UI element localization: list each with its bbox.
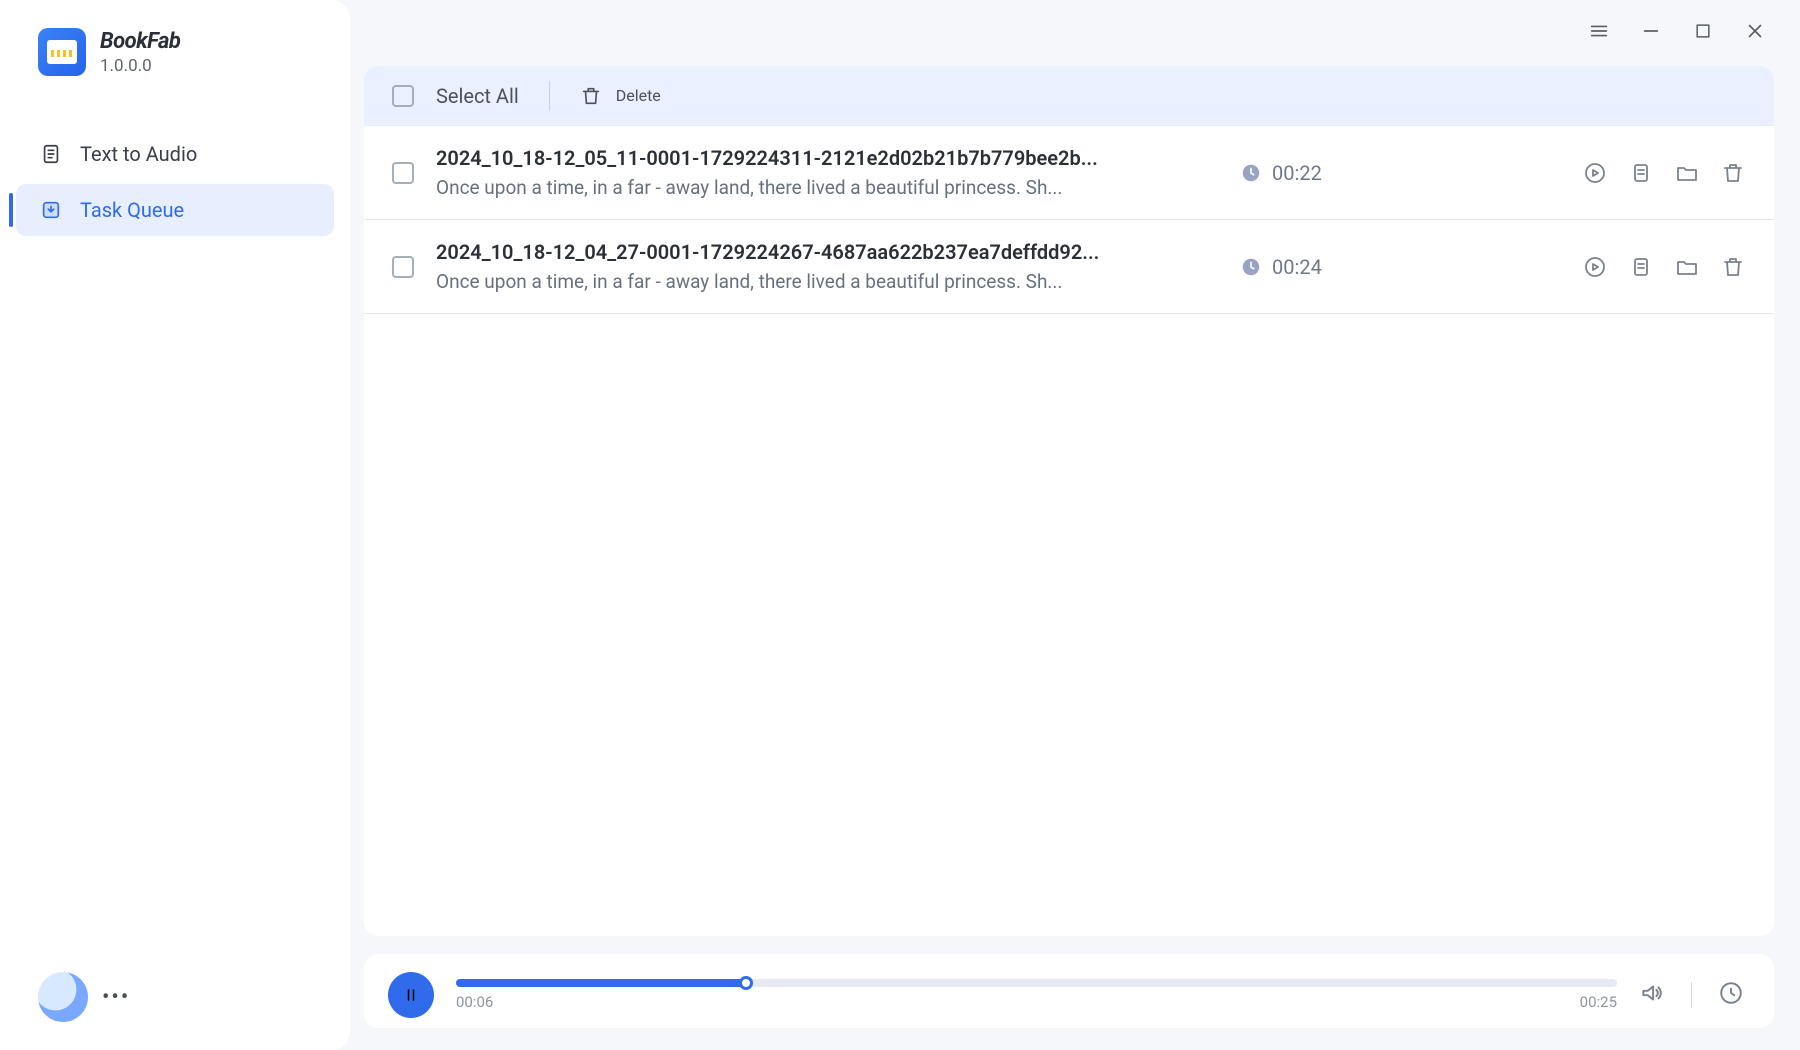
task-title: 2024_10_18-12_04_27-0001-1729224267-4687… — [436, 240, 1156, 264]
play-icon[interactable] — [1582, 160, 1608, 186]
task-title: 2024_10_18-12_05_11-0001-1729224311-2121… — [436, 146, 1156, 170]
document-icon — [40, 143, 62, 165]
user-menu-icon[interactable]: ••• — [102, 985, 130, 1010]
delete-icon[interactable] — [1720, 254, 1746, 280]
main: Select All Delete 2024_10_18-12_05_11-00… — [350, 0, 1800, 1050]
sidebar-item-label: Text to Audio — [80, 142, 197, 166]
sidebar-item-label: Task Queue — [80, 198, 184, 222]
pause-icon — [401, 985, 421, 1005]
current-time: 00:06 — [456, 993, 493, 1011]
trash-icon — [580, 85, 602, 107]
task-row: 2024_10_18-12_05_11-0001-1729224311-2121… — [364, 126, 1774, 220]
task-actions — [1582, 160, 1746, 186]
clock-icon — [1240, 162, 1262, 184]
clock-icon — [1240, 256, 1262, 278]
maximize-icon[interactable] — [1692, 20, 1714, 42]
select-all-checkbox[interactable] — [392, 85, 414, 107]
duration-text: 00:24 — [1272, 255, 1322, 279]
user-row: ••• — [38, 972, 130, 1022]
volume-icon[interactable] — [1639, 980, 1665, 1010]
task-actions — [1582, 254, 1746, 280]
brand: BookFab 1.0.0.0 — [10, 28, 340, 76]
delete-icon[interactable] — [1720, 160, 1746, 186]
sidebar: BookFab 1.0.0.0 Text to Audio Task Queue… — [0, 0, 350, 1050]
toolbar-separator — [549, 81, 550, 111]
menu-icon[interactable] — [1588, 20, 1610, 42]
task-panel: Select All Delete 2024_10_18-12_05_11-00… — [364, 66, 1774, 936]
text-icon[interactable] — [1628, 160, 1654, 186]
audio-player: 00:06 00:25 — [364, 954, 1774, 1028]
app-name: BookFab — [100, 29, 180, 54]
play-icon[interactable] — [1582, 254, 1608, 280]
close-icon[interactable] — [1744, 20, 1766, 42]
toolbar: Select All Delete — [364, 66, 1774, 126]
row-checkbox[interactable] — [392, 162, 414, 184]
task-list: 2024_10_18-12_05_11-0001-1729224311-2121… — [364, 126, 1774, 936]
folder-icon[interactable] — [1674, 254, 1700, 280]
avatar[interactable] — [38, 972, 88, 1022]
sidebar-item-text-to-audio[interactable]: Text to Audio — [16, 128, 334, 180]
text-icon[interactable] — [1628, 254, 1654, 280]
select-all-label: Select All — [436, 84, 519, 108]
delete-label: Delete — [616, 86, 661, 105]
app-logo — [38, 28, 86, 76]
folder-icon[interactable] — [1674, 160, 1700, 186]
task-subtitle: Once upon a time, in a far - away land, … — [436, 176, 1156, 199]
sidebar-item-task-queue[interactable]: Task Queue — [16, 184, 334, 236]
pause-button[interactable] — [388, 972, 434, 1018]
task-row: 2024_10_18-12_04_27-0001-1729224267-4687… — [364, 220, 1774, 314]
task-duration: 00:22 — [1240, 161, 1400, 185]
row-checkbox[interactable] — [392, 256, 414, 278]
content: Select All Delete 2024_10_18-12_05_11-00… — [350, 62, 1800, 936]
player-separator — [1691, 982, 1692, 1008]
minimize-icon[interactable] — [1640, 20, 1662, 42]
history-icon[interactable] — [1718, 980, 1744, 1010]
progress[interactable]: 00:06 00:25 — [456, 979, 1617, 1011]
total-time: 00:25 — [1580, 993, 1617, 1011]
duration-text: 00:22 — [1272, 161, 1322, 185]
player-right — [1639, 980, 1744, 1010]
titlebar — [350, 0, 1800, 62]
task-duration: 00:24 — [1240, 255, 1400, 279]
delete-button[interactable]: Delete — [580, 85, 661, 107]
download-icon — [40, 199, 62, 221]
sidebar-nav: Text to Audio Task Queue — [10, 128, 340, 236]
app-version: 1.0.0.0 — [100, 56, 180, 76]
task-subtitle: Once upon a time, in a far - away land, … — [436, 270, 1156, 293]
